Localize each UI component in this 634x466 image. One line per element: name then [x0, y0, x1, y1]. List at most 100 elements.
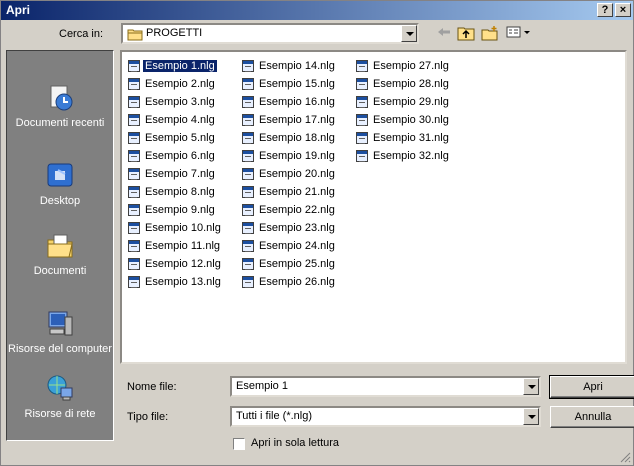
file-list[interactable]: Esempio 1.nlg Esempio 2.nlg Esempio 3.nl…	[120, 50, 627, 364]
file-name-label: Nome file:	[127, 381, 177, 393]
list-item[interactable]: Esempio 27.nlg	[356, 57, 451, 75]
title-bar[interactable]: Apri ? ×	[1, 1, 633, 20]
nlg-file-icon	[128, 222, 140, 235]
recent-documents-icon	[45, 83, 75, 113]
list-item[interactable]: Esempio 23.nlg	[242, 219, 337, 237]
read-only-checkbox[interactable]	[233, 438, 245, 450]
list-item[interactable]: Esempio 10.nlg	[128, 219, 223, 237]
file-type-dropdown-arrow[interactable]	[523, 408, 539, 425]
file-name-combo[interactable]: Esempio 1	[230, 376, 541, 397]
resize-grip-icon[interactable]	[619, 451, 631, 463]
list-item[interactable]: Esempio 6.nlg	[128, 147, 217, 165]
list-item[interactable]: Esempio 7.nlg	[128, 165, 217, 183]
nlg-file-icon	[242, 168, 254, 181]
list-item[interactable]: Esempio 1.nlg	[128, 57, 218, 75]
list-item[interactable]: Esempio 12.nlg	[128, 255, 223, 273]
up-folder-icon[interactable]	[457, 25, 475, 43]
nlg-file-icon	[128, 204, 140, 217]
help-button[interactable]: ?	[597, 3, 613, 17]
close-button[interactable]: ×	[615, 3, 631, 17]
place-label: Documenti recenti	[15, 117, 105, 129]
list-item[interactable]: Esempio 2.nlg	[128, 75, 217, 93]
list-item[interactable]: Esempio 11.nlg	[128, 237, 222, 255]
nlg-file-icon	[128, 150, 140, 163]
nlg-file-icon	[242, 78, 254, 91]
place-recent-documents[interactable]: Documenti recenti	[7, 83, 113, 129]
documents-icon	[45, 231, 75, 261]
place-label: Risorse di rete	[24, 408, 96, 420]
nlg-file-icon	[242, 204, 254, 217]
nlg-file-icon	[128, 186, 140, 199]
nlg-file-icon	[128, 60, 140, 73]
nlg-file-icon	[242, 150, 254, 163]
open-button[interactable]: Apri	[549, 375, 634, 399]
nlg-file-icon	[356, 150, 368, 163]
look-in-dropdown-arrow[interactable]	[401, 25, 417, 42]
nlg-file-icon	[242, 258, 254, 271]
nlg-file-icon	[356, 114, 368, 127]
read-only-label: Apri in sola lettura	[251, 437, 340, 449]
nlg-file-icon	[242, 276, 254, 289]
list-item[interactable]: Esempio 22.nlg	[242, 201, 337, 219]
list-item[interactable]: Esempio 29.nlg	[356, 93, 451, 111]
cancel-button[interactable]: Annulla	[550, 406, 634, 428]
nlg-file-icon	[128, 258, 140, 271]
list-item[interactable]: Esempio 3.nlg	[128, 93, 217, 111]
list-item[interactable]: Esempio 17.nlg	[242, 111, 337, 129]
list-item[interactable]: Esempio 28.nlg	[356, 75, 451, 93]
nlg-file-icon	[128, 276, 140, 289]
nlg-file-icon	[128, 78, 140, 91]
list-item[interactable]: Esempio 5.nlg	[128, 129, 217, 147]
nlg-file-icon	[242, 222, 254, 235]
list-item[interactable]: Esempio 30.nlg	[356, 111, 451, 129]
list-item[interactable]: Esempio 8.nlg	[128, 183, 217, 201]
place-network[interactable]: Risorse di rete	[7, 374, 113, 420]
look-in-label: Cerca in:	[59, 28, 104, 40]
place-label: Risorse del computer	[8, 343, 112, 355]
list-item[interactable]: Esempio 18.nlg	[242, 129, 337, 147]
list-item[interactable]: Esempio 26.nlg	[242, 273, 337, 291]
nlg-file-icon	[128, 168, 140, 181]
file-type-label: Tipo file:	[127, 411, 169, 423]
place-desktop[interactable]: Desktop	[7, 161, 113, 207]
list-item[interactable]: Esempio 25.nlg	[242, 255, 337, 273]
back-arrow-icon[interactable]	[435, 25, 453, 43]
nlg-file-icon	[242, 186, 254, 199]
list-item[interactable]: Esempio 31.nlg	[356, 129, 451, 147]
list-item[interactable]: Esempio 4.nlg	[128, 111, 217, 129]
file-name-value: Esempio 1	[236, 380, 288, 392]
view-menu-icon[interactable]	[505, 25, 533, 43]
nlg-file-icon	[128, 240, 140, 253]
nlg-file-icon	[128, 114, 140, 127]
nlg-file-icon	[356, 96, 368, 109]
list-item[interactable]: Esempio 21.nlg	[242, 183, 337, 201]
list-item[interactable]: Esempio 20.nlg	[242, 165, 337, 183]
folder-icon	[127, 29, 143, 41]
nlg-file-icon	[128, 96, 140, 109]
list-item[interactable]: Esempio 15.nlg	[242, 75, 337, 93]
look-in-combo[interactable]: PROGETTI	[121, 23, 419, 44]
file-type-combo[interactable]: Tutti i file (*.nlg)	[230, 406, 541, 427]
places-bar: Documenti recenti Desktop Documenti Riso…	[6, 50, 114, 441]
list-item[interactable]: Esempio 16.nlg	[242, 93, 337, 111]
list-item[interactable]: Esempio 14.nlg	[242, 57, 337, 75]
list-item[interactable]: Esempio 24.nlg	[242, 237, 337, 255]
list-item[interactable]: Esempio 32.nlg	[356, 147, 451, 165]
nlg-file-icon	[356, 78, 368, 91]
file-type-value: Tutti i file (*.nlg)	[236, 410, 313, 422]
open-dialog: Apri ? × Cerca in: PROGETTI Documenti re…	[0, 0, 634, 466]
place-label: Documenti	[33, 265, 87, 277]
nlg-file-icon	[242, 60, 254, 73]
list-item[interactable]: Esempio 19.nlg	[242, 147, 337, 165]
new-folder-icon[interactable]	[481, 25, 499, 43]
list-item[interactable]: Esempio 9.nlg	[128, 201, 217, 219]
file-name-dropdown-arrow[interactable]	[523, 378, 539, 395]
list-item[interactable]: Esempio 13.nlg	[128, 273, 223, 291]
nlg-file-icon	[242, 240, 254, 253]
desktop-icon	[45, 161, 75, 191]
nlg-file-icon	[242, 96, 254, 109]
nlg-file-icon	[242, 114, 254, 127]
place-documents[interactable]: Documenti	[7, 231, 113, 277]
nlg-file-icon	[242, 132, 254, 145]
place-my-computer[interactable]: Risorse del computer	[7, 309, 113, 355]
